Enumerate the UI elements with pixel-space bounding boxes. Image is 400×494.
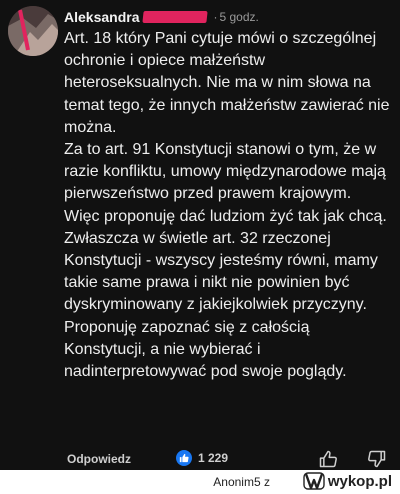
watermark-user: Anonim5 [213, 475, 261, 489]
author-name[interactable]: Aleksandra [64, 9, 139, 25]
comment-body: Art. 18 który Pani cytuje mówi o szczegó… [64, 28, 394, 383]
comment-card: Aleksandra · 5 godz. Art. 18 który Pani … [0, 0, 400, 470]
avatar[interactable] [8, 6, 58, 56]
thumbs-up-outline-icon[interactable] [318, 449, 338, 470]
comment-paragraph: Za to art. 91 Konstytucji stanowi o tym,… [64, 141, 386, 203]
separator-dot: · [213, 10, 218, 24]
watermark-site: wykop.pl [327, 472, 392, 490]
like-summary[interactable]: 1 229 [176, 450, 228, 466]
comment-paragraph: Więc proponuję dać ludziom żyć tak jak c… [64, 207, 387, 314]
comment-paragraph: Proponuję zapoznać się z całością Konsty… [64, 318, 347, 381]
reply-button[interactable]: Odpowiedz [67, 452, 131, 466]
timestamp[interactable]: 5 godz. [219, 10, 258, 24]
watermark-connector: z [264, 475, 270, 489]
wykop-logo: wykop.pl [303, 472, 392, 490]
watermark-bar: Anonim5 z wykop.pl [0, 470, 400, 494]
comment-paragraph: Art. 18 który Pani cytuje mówi o szczegó… [64, 30, 390, 136]
like-count: 1 229 [198, 451, 229, 465]
comment-header: Aleksandra · 5 godz. [64, 8, 259, 26]
watermark-credit: Anonim5 z [213, 475, 270, 489]
comment-actions: Odpowiedz 1 229 [0, 448, 400, 470]
wykop-logo-icon [303, 472, 325, 490]
redaction-mark [142, 11, 209, 23]
thumbs-down-outline-icon[interactable] [367, 449, 387, 470]
thumbs-up-icon [176, 450, 192, 466]
avatar-image [8, 6, 58, 56]
